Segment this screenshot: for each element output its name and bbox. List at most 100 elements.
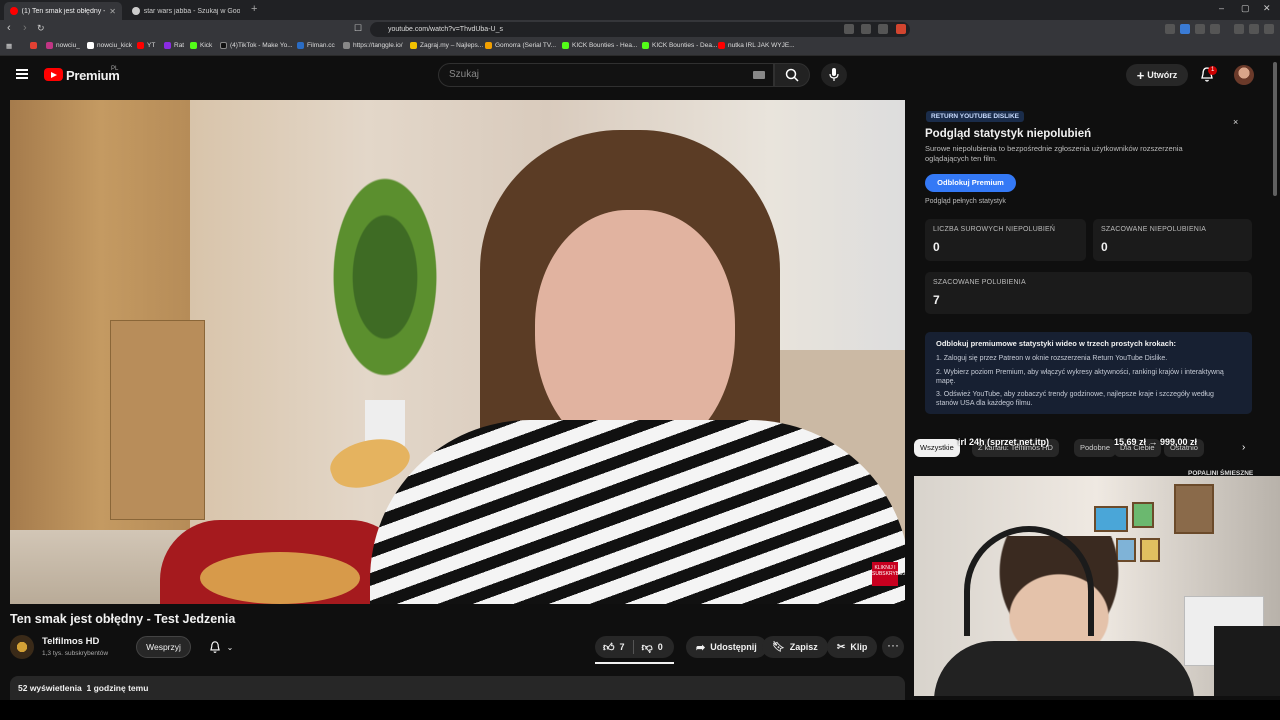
promo-step: 3. Odśwież YouTube, aby zobaczyć trendy … <box>936 391 1214 407</box>
clip-button[interactable]: ✂ Klip <box>827 636 878 658</box>
more-actions-button[interactable]: ··· <box>882 636 904 658</box>
region-label: PL <box>111 66 119 72</box>
extensions-puzzle-icon[interactable] <box>1210 24 1220 34</box>
avatar[interactable] <box>1234 65 1254 85</box>
keyboard-icon[interactable] <box>753 71 765 79</box>
bookmark-item[interactable]: Zagraj.my – Najleps... <box>410 42 483 49</box>
search-input[interactable]: Szukaj <box>438 63 774 87</box>
subscribe-watermark[interactable]: KLIKNIJ I SUBSKRYBUJ <box>872 562 905 586</box>
notification-settings-button[interactable]: ⌄ <box>198 636 244 658</box>
bookmark-item[interactable]: nowciu_kick <box>87 42 132 49</box>
bookmark-icon: 🔖︎ <box>772 641 785 653</box>
close-icon[interactable]: × <box>1233 117 1238 127</box>
stat-label: SZACOWANE NIEPOLUBIENIA <box>1101 226 1207 233</box>
share-label: Udostępnij <box>710 642 757 652</box>
stat-label: LICZBA SUROWYCH NIEPOLUBIEŃ <box>933 226 1056 233</box>
stream-goal-overlay: irl 24h (sprzet,net,itp) <box>958 437 1050 447</box>
youtube-logo-icon[interactable] <box>44 68 63 81</box>
voice-search-button[interactable] <box>821 63 847 87</box>
stat-value: 0 <box>933 240 940 254</box>
chip-all[interactable]: Wszystkie <box>914 439 960 457</box>
profile-icon[interactable] <box>1249 24 1259 34</box>
bookmark-item[interactable]: YT <box>137 42 155 49</box>
like-count: 7 <box>619 642 625 652</box>
dislike-count: 0 <box>657 642 663 652</box>
share-arrow-icon: ➦ <box>696 641 706 654</box>
share-button[interactable]: ➦ Udostępnij <box>686 636 767 658</box>
like-dislike-group: 👍︎ 7 👎︎ 0 <box>595 636 674 658</box>
page-scrollbar[interactable] <box>1273 62 1277 196</box>
ryd-badge: RETURN YOUTUBE DISLIKE <box>926 111 1024 122</box>
channel-name[interactable]: Telfilmos HD <box>42 636 99 647</box>
bell-icon <box>209 640 220 653</box>
cast-icon[interactable] <box>861 24 871 34</box>
full-stats-link[interactable]: Podgląd pełnych statystyk <box>925 198 1006 205</box>
bookmark-item[interactable]: (4)TikTok - Make Yo... <box>220 42 293 49</box>
video-player[interactable]: KLIKNIJ I SUBSKRYBUJ <box>10 100 905 604</box>
brave-shield-icon[interactable] <box>896 24 906 34</box>
bookmark-item[interactable]: KICK Bounties - Dea... <box>642 42 717 49</box>
search-button[interactable] <box>774 63 810 87</box>
bottom-strip <box>0 700 1280 720</box>
search-icon <box>785 68 799 82</box>
url-text: youtube.com/watch?v=ThvdUba-U_s <box>388 26 503 33</box>
like-ratio-fill <box>595 662 674 664</box>
new-tab-icon[interactable]: + <box>251 3 257 15</box>
hamburger-menu-icon[interactable] <box>16 69 28 79</box>
bookmark-item[interactable]: Rat <box>164 42 184 49</box>
plus-icon: + <box>1136 67 1145 83</box>
bookmark-item[interactable]: nowciu_ <box>46 42 80 49</box>
thumbs-down-icon: 👎︎ <box>641 641 653 654</box>
back-icon[interactable]: ‹ <box>7 22 11 34</box>
maximize-icon[interactable]: ▢ <box>1241 3 1250 14</box>
bookmark-item[interactable]: KICK Bounties - Hea... <box>562 42 637 49</box>
promo-step: 2. Wybierz poziom Premium, aby włączyć w… <box>936 369 1224 385</box>
thumbs-up-icon: 👍︎ <box>603 641 615 654</box>
zoom-icon[interactable] <box>844 24 854 34</box>
chip-related[interactable]: Podobne <box>1074 439 1117 457</box>
bookmark-item[interactable]: nutka IRL JAK WYJE... <box>718 42 795 49</box>
bookmark-item[interactable]: https://tanggle.io/ <box>343 42 403 49</box>
menu-icon[interactable] <box>1264 24 1274 34</box>
close-tab-icon[interactable]: ✕ <box>109 7 116 16</box>
bookmarks-bar: ▦ nowciu_ nowciu_kick YT Rat Kick (4)Tik… <box>0 39 1280 56</box>
chevron-right-icon[interactable]: › <box>1242 442 1245 453</box>
microphone-icon <box>829 68 839 81</box>
video-title: Ten smak jest obłędny - Test Jedzenia <box>10 612 236 626</box>
close-window-icon[interactable]: ✕ <box>1263 3 1271 14</box>
media-icon[interactable] <box>1234 24 1244 34</box>
create-button[interactable]: + Utwórz <box>1126 64 1188 86</box>
share-icon[interactable] <box>878 24 888 34</box>
google-favicon-icon <box>132 7 140 15</box>
bookmark-item[interactable]: Kick <box>190 42 212 49</box>
bookmark-item[interactable] <box>30 42 37 49</box>
save-button[interactable]: 🔖︎ Zapisz <box>762 636 828 658</box>
address-bar[interactable]: youtube.com/watch?v=ThvdUba-U_s <box>370 22 910 37</box>
stat-card-estimated-likes: SZACOWANE POLUBIENIA 7 <box>925 272 1252 314</box>
like-button[interactable]: 👍︎ 7 <box>595 636 633 658</box>
browser-tab[interactable]: star wars jabba - Szukaj w Google <box>126 2 246 20</box>
stream-goal-amount: 15,69 zł → 999,00 zł <box>1114 437 1198 447</box>
extension-icon[interactable] <box>1180 24 1190 34</box>
channel-avatar[interactable] <box>10 635 34 659</box>
tab-title: star wars jabba - Szukaj w Google <box>143 7 240 15</box>
youtube-header: Premium PL Szukaj + Utwórz 1 <box>0 57 1280 95</box>
browser-tab-active[interactable]: (1) Ten smak jest obłędny - Te ✕ <box>4 2 122 20</box>
youtube-favicon-icon <box>10 7 18 15</box>
unlock-premium-button[interactable]: Odblokuj Premium <box>925 174 1016 192</box>
reload-icon[interactable]: ↻ <box>37 23 45 34</box>
apps-grid-icon[interactable]: ▦ <box>6 42 12 50</box>
dislike-button[interactable]: 👎︎ 0 <box>634 636 671 658</box>
bookmark-item[interactable]: Filman.cc <box>297 42 335 49</box>
extension-icon[interactable] <box>1195 24 1205 34</box>
stat-card-estimated-dislikes: SZACOWANE NIEPOLUBIENIA 0 <box>1093 219 1252 261</box>
forward-icon[interactable]: › <box>23 22 27 34</box>
support-button[interactable]: Wesprzyj <box>136 636 191 658</box>
extension-icon[interactable] <box>1165 24 1175 34</box>
minimize-icon[interactable]: – <box>1219 3 1224 13</box>
published-time: 1 godzinę temu <box>86 683 149 693</box>
bookmark-star-icon[interactable]: ☐ <box>354 23 362 34</box>
bookmark-item[interactable]: Gomorra (Serial TV... <box>485 42 556 49</box>
ryd-title: Podgląd statystyk niepolubień <box>925 128 1092 140</box>
streamer-webcam-overlay <box>914 476 1280 696</box>
